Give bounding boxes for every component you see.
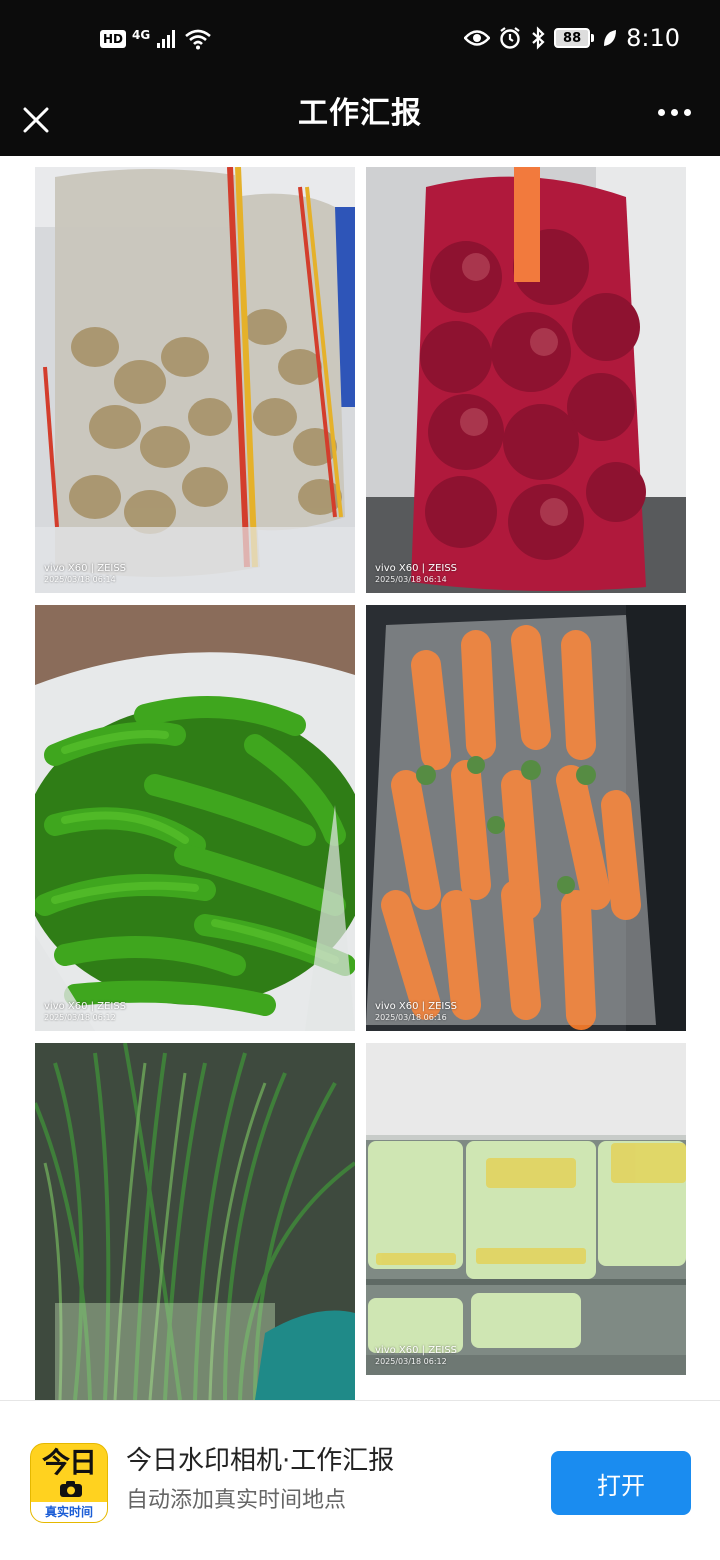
photo-watermark: vivo X60 | ZEISS 2025/03/18 06:14 [375,563,457,585]
more-icon [657,108,665,116]
battery-level: 88 [554,28,591,48]
camera-model: vivo X60 | ZEISS [44,1001,127,1012]
page-title: 工作汇报 [298,96,422,131]
open-app-button[interactable]: 打开 [551,1451,691,1515]
photo-watermark: vivo X60 | ZEISS 2025/03/18 06:12 [44,1001,126,1023]
app-icon[interactable]: 今日 真实时间 [30,1443,108,1523]
photo-cabbage-bags[interactable]: vivo X60 | ZEISS 2025/03/18 06:12 [366,1043,686,1375]
signal-icon [157,30,176,48]
photo-red-onions[interactable]: vivo X60 | ZEISS 2025/03/18 06:14 [366,167,686,593]
screen: HD 4G 88 8:10 工作汇报 vivo X60 | ZEISS 2025… [0,0,720,1560]
network-type: 4G [132,28,151,42]
camera-model: vivo X60 | ZEISS [375,1001,458,1012]
app-promo-banner: 今日 真实时间 今日水印相机·工作汇报 自动添加真实时间地点 打开 [0,1400,720,1560]
camera-model: vivo X60 | ZEISS [375,1345,458,1356]
banner-title: 今日水印相机·工作汇报 [126,1446,395,1476]
photo-watermark: vivo X60 | ZEISS 2025/03/18 06:14 [44,563,126,585]
banner-subtitle: 自动添加真实时间地点 [126,1488,347,1513]
clock: 8:10 [626,24,680,52]
photo-grid: vivo X60 | ZEISS 2025/03/18 06:14 vivo X… [0,156,720,1400]
hd-badge: HD [100,30,127,48]
status-bar: HD 4G 88 8:10 [0,0,720,84]
camera-model: vivo X60 | ZEISS [375,563,458,574]
camera-icon [60,1481,82,1497]
camera-model: vivo X60 | ZEISS [44,563,127,574]
leaf-icon [604,30,617,46]
photo-green-peppers[interactable]: vivo X60 | ZEISS 2025/03/18 06:12 [35,605,355,1031]
alarm-icon [500,27,520,49]
photo-potatoes[interactable]: vivo X60 | ZEISS 2025/03/18 06:14 [35,167,355,593]
battery-icon: 88 [554,28,595,48]
photo-timestamp: 2025/03/18 06:14 [44,575,116,584]
photo-watermark: vivo X60 | ZEISS 2025/03/18 06:12 [375,1345,457,1367]
photo-timestamp: 2025/03/18 06:12 [44,1013,116,1022]
photo-timestamp: 2025/03/18 06:14 [375,575,447,584]
eye-icon [464,30,491,46]
wifi-icon [185,29,212,50]
photo-watermark: vivo X60 | ZEISS 2025/03/18 06:16 [375,1001,457,1023]
status-left: HD 4G [100,28,212,50]
photo-timestamp: 2025/03/18 06:12 [375,1357,447,1366]
app-icon-text: 今日 [41,1446,97,1479]
nav-bar: 工作汇报 [0,84,720,156]
photo-green-onions[interactable] [35,1043,355,1400]
photo-carrots[interactable]: vivo X60 | ZEISS 2025/03/18 06:16 [366,605,686,1031]
more-button[interactable] [650,92,698,132]
app-icon-caption: 真实时间 [31,1502,107,1522]
status-right: 88 8:10 [464,24,680,52]
photo-timestamp: 2025/03/18 06:16 [375,1013,447,1022]
bluetooth-icon [532,26,545,50]
